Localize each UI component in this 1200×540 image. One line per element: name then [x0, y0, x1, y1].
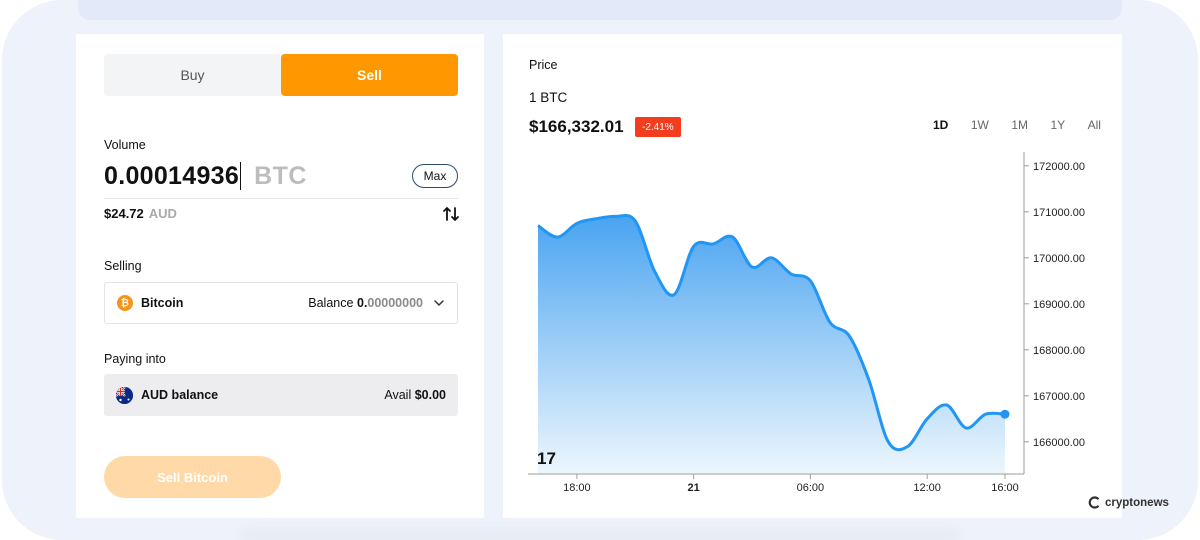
- balance-frac: 00000000: [367, 296, 423, 310]
- x-tick-label: 12:00: [913, 482, 941, 494]
- y-tick-label: 170000.00: [1033, 253, 1085, 265]
- cryptonews-watermark: cryptonews: [1088, 496, 1169, 509]
- top-strip: [78, 0, 1122, 20]
- balance-label: Balance: [308, 296, 354, 310]
- fiat-amount: $24.72: [104, 206, 144, 221]
- volume-label: Volume: [104, 138, 146, 152]
- x-tick-label: 16:00: [991, 482, 1019, 494]
- balance-int: 0.: [356, 296, 368, 310]
- paying-into-label: Paying into: [104, 352, 166, 366]
- y-tick-label: 167000.00: [1033, 391, 1085, 403]
- volume-input[interactable]: 0.00014936 BTC: [104, 158, 307, 194]
- selling-asset-select[interactable]: ₿ Bitcoin Balance 0.00000000: [104, 282, 458, 324]
- paying-account-name: AUD balance: [141, 388, 219, 402]
- fiat-equivalent: $24.72 AUD: [104, 206, 177, 221]
- selling-label: Selling: [104, 259, 142, 273]
- price-area-fill: [538, 215, 1005, 474]
- text-caret: [240, 162, 242, 190]
- selling-asset-name: Bitcoin: [141, 296, 184, 310]
- y-tick-label: 172000.00: [1033, 161, 1085, 173]
- volume-unit: BTC: [254, 161, 307, 190]
- tradingview-logo-icon: 17: [537, 449, 556, 468]
- swap-icon[interactable]: [442, 205, 460, 223]
- trade-panel: Buy Sell Volume 0.00014936 BTC Max $24.7…: [76, 34, 484, 518]
- bitcoin-icon: ₿: [117, 295, 133, 311]
- y-tick-label: 166000.00: [1033, 437, 1085, 449]
- australia-flag-icon: [116, 386, 133, 404]
- fiat-unit: AUD: [148, 206, 177, 221]
- price-chart[interactable]: 172000.00 171000.00 170000.00 169000.00 1680…: [503, 34, 1122, 518]
- volume-amount[interactable]: 0.00014936: [104, 162, 239, 191]
- y-tick-label: 169000.00: [1033, 299, 1085, 311]
- tab-sell[interactable]: Sell: [281, 54, 458, 96]
- chevron-down-icon: [434, 300, 444, 307]
- cryptonews-logo-icon: [1088, 496, 1100, 509]
- tab-buy[interactable]: Buy: [104, 54, 281, 96]
- price-last-point: [1000, 409, 1010, 419]
- buy-sell-tabs: Buy Sell: [104, 54, 458, 96]
- watermark-text: cryptonews: [1105, 496, 1169, 509]
- max-button[interactable]: Max: [412, 164, 458, 188]
- selling-balance: Balance 0.00000000: [308, 296, 423, 310]
- x-tick-label: 18:00: [563, 482, 591, 494]
- paying-available: Avail $0.00: [384, 388, 446, 402]
- sell-bitcoin-button[interactable]: Sell Bitcoin: [104, 456, 281, 498]
- x-tick-label: 21: [688, 482, 700, 494]
- volume-divider: [104, 198, 458, 199]
- y-tick-label: 168000.00: [1033, 345, 1085, 357]
- x-tick-label: 06:00: [797, 482, 825, 494]
- paying-into-account[interactable]: AUD balance Avail $0.00: [104, 374, 458, 416]
- avail-amount: $0.00: [414, 388, 446, 402]
- y-tick-label: 171000.00: [1033, 207, 1085, 219]
- bottom-shadow: [240, 528, 960, 540]
- avail-label: Avail: [384, 388, 412, 402]
- price-panel: Price 1 BTC $166,332.01 -2.41% 1D 1W 1M …: [503, 34, 1122, 518]
